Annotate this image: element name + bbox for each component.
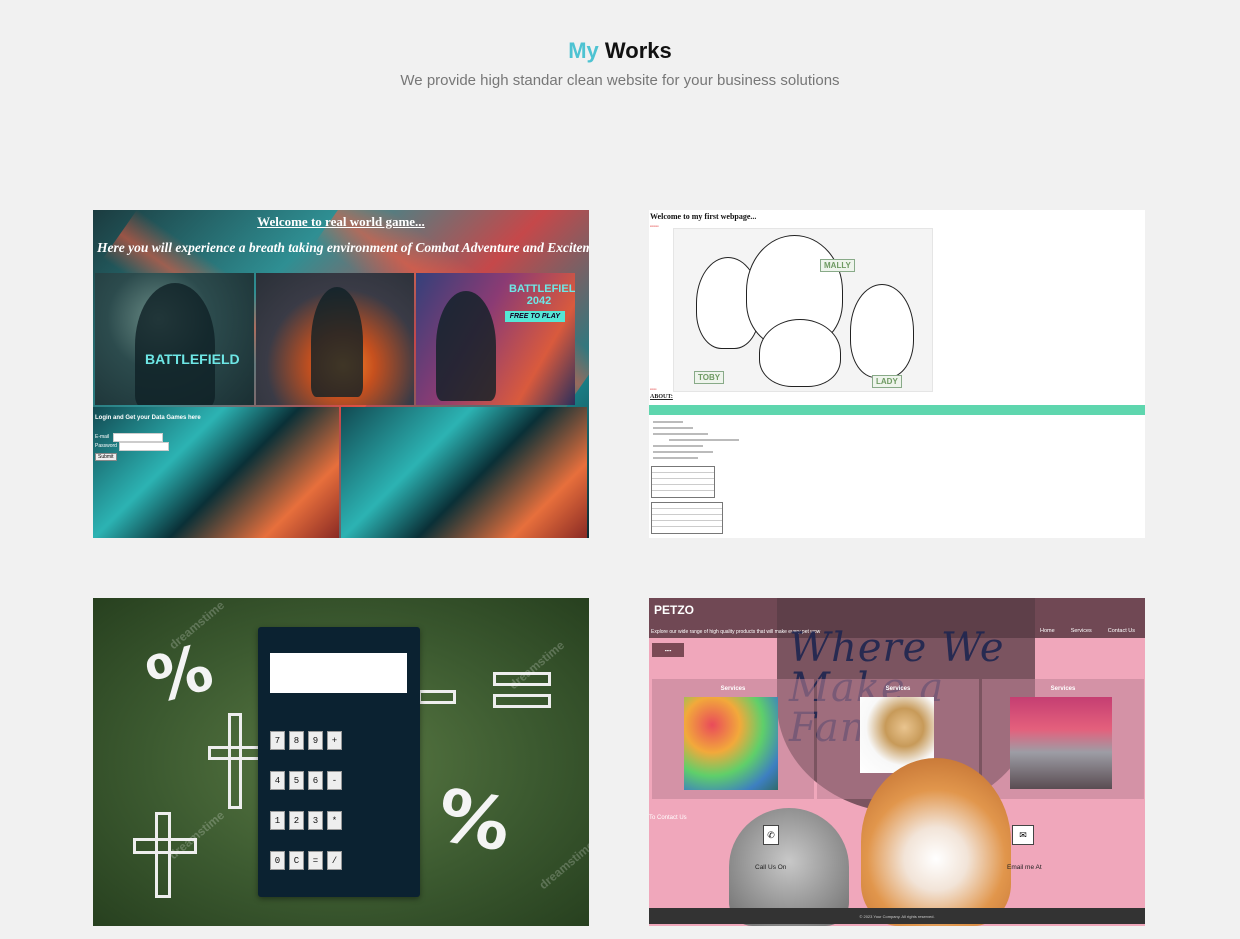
- game-title: Welcome to real world game...: [257, 214, 425, 229]
- petzo-logo: PETZO: [654, 603, 695, 617]
- service-title: Services: [1050, 686, 1076, 692]
- chalk-plus-v: [155, 812, 171, 898]
- submit-button: Submit: [95, 453, 117, 461]
- text-line: [653, 451, 713, 453]
- section-title: My Works: [0, 38, 1240, 64]
- password-label: Password: [95, 443, 117, 449]
- text-line: [669, 439, 739, 441]
- section-subtitle: We provide high standar clean website fo…: [400, 72, 840, 89]
- calc-key: /: [327, 851, 342, 870]
- email-label: Email me At: [1007, 864, 1042, 871]
- service-card: Services: [652, 679, 814, 799]
- sketch-tag: LADY: [872, 375, 902, 388]
- text-line: [653, 457, 698, 459]
- title-accent: My: [568, 38, 599, 63]
- game-gallery: BATTLEFIELD BATTLEFIELD 2042 FREE TO PLA…: [95, 273, 576, 405]
- calc-key: 5: [289, 771, 304, 790]
- background-art: [341, 407, 587, 538]
- text-line: [653, 421, 683, 423]
- about-heading: ABOUT:: [650, 394, 673, 400]
- service-card: Services: [982, 679, 1144, 799]
- percent-symbol: %: [431, 772, 517, 868]
- sketch-tag: MALLY: [820, 259, 855, 272]
- percent-symbol: %: [139, 630, 221, 720]
- call-label: Call Us On: [755, 864, 787, 871]
- soldier-silhouette: [310, 287, 363, 397]
- login-section: Login and Get your Data Games here E-mai…: [93, 407, 589, 538]
- work-card-petzo[interactable]: PETZO Home Services Contact Us Explore o…: [649, 598, 1145, 926]
- dog-drawing: [850, 284, 914, 378]
- dog-drawing: [759, 319, 841, 387]
- calculator-keypad: 7 8 9 + 4 5 6 - 1 2 3 * 0 C = /: [270, 731, 342, 891]
- petzo-nav-links: Home Services Contact Us: [1040, 628, 1135, 634]
- calc-key: 8: [289, 731, 304, 750]
- calc-key: 0: [270, 851, 285, 870]
- chalk-equals-bottom: [493, 694, 551, 708]
- calc-key: 1: [270, 811, 285, 830]
- calculator-body: 7 8 9 + 4 5 6 - 1 2 3 * 0 C = /: [258, 627, 420, 897]
- text-line: [653, 433, 708, 435]
- password-field: [119, 442, 169, 451]
- service-image-toys: [684, 697, 778, 790]
- free-to-play-badge: FREE TO PLAY: [504, 311, 566, 322]
- nav-link-contact: Contact Us: [1107, 628, 1135, 634]
- background-art: [93, 407, 339, 538]
- red-caption: ▪▪▪▪▪▪▪▪: [650, 224, 659, 228]
- red-caption: ▪▪▪▪▪▪: [650, 387, 657, 391]
- petzo-footer: © 2023 Your Company. All rights reserved…: [649, 908, 1145, 924]
- gallery-image: [255, 273, 415, 405]
- mail-icon: ✉: [1012, 825, 1034, 845]
- nav-link-services: Services: [1070, 628, 1092, 634]
- text-line: [653, 427, 693, 429]
- game-tagline: Here you will experience a breath taking…: [97, 240, 589, 255]
- contact-heading: To Contact Us: [649, 815, 687, 821]
- email-label: E-mail: [95, 434, 110, 440]
- service-image-store: [1010, 697, 1112, 789]
- dog-sketch-image: MALLY TOBY LADY: [673, 228, 933, 392]
- calc-key: 2: [289, 811, 304, 830]
- calc-key: 6: [308, 771, 323, 790]
- work-card-dog-page[interactable]: Welcome to my first webpage... ▪▪▪▪▪▪▪▪ …: [649, 210, 1145, 538]
- dog-page-title: Welcome to my first webpage...: [650, 212, 757, 221]
- phone-icon: ✆: [763, 825, 779, 845]
- data-table: [651, 502, 723, 534]
- calc-key: =: [308, 851, 323, 870]
- chalk-plus-v: [228, 713, 242, 809]
- watermark: dreamstime: [536, 837, 589, 893]
- highlight-band: [649, 405, 1145, 415]
- title-rest: Works: [604, 38, 672, 63]
- gallery-image: BATTLEFIELD: [95, 273, 254, 405]
- calculator-display: [270, 653, 407, 693]
- calc-key: 7: [270, 731, 285, 750]
- email-field: [113, 433, 163, 442]
- calc-key: *: [327, 811, 342, 830]
- calc-key: -: [327, 771, 342, 790]
- data-table: [651, 466, 715, 498]
- calc-key: C: [289, 851, 304, 870]
- gallery-image: BATTLEFIELD 2042 FREE TO PLAY: [416, 273, 576, 405]
- brand-text: BATTLEFIELD 2042: [509, 283, 576, 307]
- login-title: Login and Get your Data Games here: [95, 415, 201, 421]
- soldier-silhouette: [135, 283, 215, 405]
- work-card-game-site[interactable]: Welcome to real world game... Here you w…: [93, 210, 589, 538]
- calc-key: 4: [270, 771, 285, 790]
- chalk-dash: [418, 690, 456, 704]
- section-heading: My Works We provide high standar clean w…: [0, 38, 1240, 89]
- text-line: [653, 445, 703, 447]
- get-started-button: ▪▪▪▪: [652, 643, 684, 657]
- soldier-silhouette: [436, 291, 497, 401]
- corgi-image: [861, 758, 1011, 926]
- work-card-calculator[interactable]: dreamstime dreamstime dreamstime dreamst…: [93, 598, 589, 926]
- service-title: Services: [885, 686, 911, 692]
- calc-key: 9: [308, 731, 323, 750]
- chalk-equals-top: [493, 672, 551, 686]
- brand-text: BATTLEFIELD: [145, 351, 240, 367]
- calc-key: 3: [308, 811, 323, 830]
- calc-key: +: [327, 731, 342, 750]
- service-title: Services: [720, 686, 746, 692]
- sketch-tag: TOBY: [694, 371, 725, 384]
